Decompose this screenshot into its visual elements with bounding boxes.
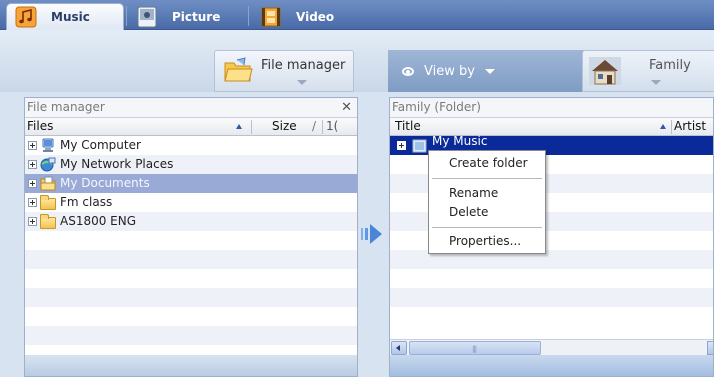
expand-icon[interactable] xyxy=(28,217,37,226)
family-panel-title-text: Family (Folder) xyxy=(392,100,481,114)
menu-separator xyxy=(432,178,542,179)
expand-icon[interactable] xyxy=(28,179,37,188)
empty-row xyxy=(25,326,357,345)
file-manager-button[interactable]: File manager xyxy=(214,50,354,92)
empty-row xyxy=(25,269,357,288)
right-panel-footer xyxy=(390,355,713,376)
empty-row xyxy=(390,307,713,326)
tab-divider xyxy=(126,6,127,26)
column-divider[interactable] xyxy=(251,120,252,134)
house-icon xyxy=(589,57,621,85)
tree-item-label: My Documents xyxy=(60,176,150,190)
file-manager-label: File manager xyxy=(261,58,346,73)
film-strip-icon xyxy=(260,6,282,28)
empty-row xyxy=(25,250,357,269)
horizontal-scrollbar[interactable]: ||| xyxy=(390,339,713,355)
menu-item-properties[interactable]: Properties... xyxy=(449,234,521,248)
family-dropdown-icon xyxy=(651,80,661,85)
network-places-icon xyxy=(40,157,56,172)
expand-icon[interactable] xyxy=(397,141,406,150)
column-divider[interactable] xyxy=(671,120,672,134)
menu-item-create-folder[interactable]: Create folder xyxy=(449,156,528,170)
tree-item-fm-class[interactable]: Fm class xyxy=(25,193,357,212)
empty-row xyxy=(390,269,713,288)
menu-item-rename[interactable]: Rename xyxy=(449,186,498,200)
tab-divider xyxy=(248,6,249,26)
grip-icon: ||| xyxy=(472,345,477,353)
transfer-arrow-icon[interactable] xyxy=(360,222,384,246)
tree-item-my-documents[interactable]: My Documents xyxy=(25,174,357,193)
file-tree: My Computer My Network Places My Documen… xyxy=(25,136,357,345)
size-column-header[interactable]: Size xyxy=(272,118,297,135)
tree-item-label: Fm class xyxy=(60,195,113,209)
tree-item-label: My Network Places xyxy=(60,157,174,171)
empty-row xyxy=(390,288,713,307)
tree-item-my-computer[interactable]: My Computer xyxy=(25,136,357,155)
sort-ascending-icon xyxy=(236,124,242,129)
music-note-icon xyxy=(15,6,37,28)
files-column-header[interactable]: Files xyxy=(27,118,53,135)
empty-row xyxy=(25,307,357,326)
scroll-left-button[interactable] xyxy=(391,341,407,355)
tab-picture[interactable]: Picture xyxy=(130,3,246,30)
close-icon[interactable]: ✕ xyxy=(341,98,352,117)
menu-separator xyxy=(432,227,542,228)
sort-ascending-icon xyxy=(660,124,666,129)
family-button[interactable]: Family xyxy=(582,50,714,92)
tree-item-label: AS1800 ENG xyxy=(60,214,137,228)
tab-video[interactable]: Video xyxy=(252,3,360,30)
media-tab-bar: Music Picture Video xyxy=(0,0,714,30)
family-label: Family xyxy=(649,58,691,73)
scrollbar-thumb[interactable]: ||| xyxy=(409,341,541,355)
file-manager-dropdown-icon xyxy=(297,80,307,85)
tab-picture-label: Picture xyxy=(172,9,221,24)
tab-video-label: Video xyxy=(296,9,335,24)
file-manager-folder-icon xyxy=(223,57,253,83)
file-manager-panel-title-text: File manager xyxy=(27,100,105,114)
file-manager-panel-title: File manager ✕ xyxy=(25,98,357,118)
tab-music-label: Music xyxy=(51,10,90,24)
tree-item-as1800-eng[interactable]: AS1800 ENG xyxy=(25,212,357,231)
context-menu: Create folder Rename Delete Properties..… xyxy=(428,150,546,254)
music-folder-icon xyxy=(412,138,428,153)
scroll-right-button[interactable] xyxy=(707,341,713,355)
expand-icon[interactable] xyxy=(28,160,37,169)
extra-column-header[interactable]: 1( xyxy=(326,118,338,135)
file-list-header: Files Size / 1( xyxy=(25,118,357,136)
tree-item-label: My Computer xyxy=(60,138,141,152)
expand-icon[interactable] xyxy=(28,141,37,150)
artist-column-header[interactable]: Artist xyxy=(674,118,706,135)
menu-item-delete[interactable]: Delete xyxy=(449,205,488,219)
column-slash: / xyxy=(312,119,317,133)
list-item-label: My Music xyxy=(432,134,488,148)
family-panel-title: Family (Folder) xyxy=(390,98,713,118)
expand-icon[interactable] xyxy=(28,198,37,207)
documents-folder-icon xyxy=(40,176,56,191)
chevron-down-icon xyxy=(484,69,495,74)
tree-item-my-network-places[interactable]: My Network Places xyxy=(25,155,357,174)
folder-icon xyxy=(40,214,56,229)
view-by-dropdown[interactable]: View by xyxy=(402,64,495,79)
tab-music[interactable]: Music xyxy=(6,3,124,30)
computer-icon xyxy=(40,138,56,153)
empty-row xyxy=(25,231,357,250)
title-column-header[interactable]: Title xyxy=(395,118,421,135)
eye-icon xyxy=(402,67,414,76)
column-divider[interactable] xyxy=(322,120,323,134)
left-panel-footer xyxy=(25,355,357,376)
folder-icon xyxy=(40,195,56,210)
empty-row xyxy=(25,288,357,307)
camera-icon xyxy=(136,6,158,28)
file-manager-panel: File manager ✕ Files Size / 1( My Comput… xyxy=(24,97,358,377)
view-by-label: View by xyxy=(424,64,475,79)
